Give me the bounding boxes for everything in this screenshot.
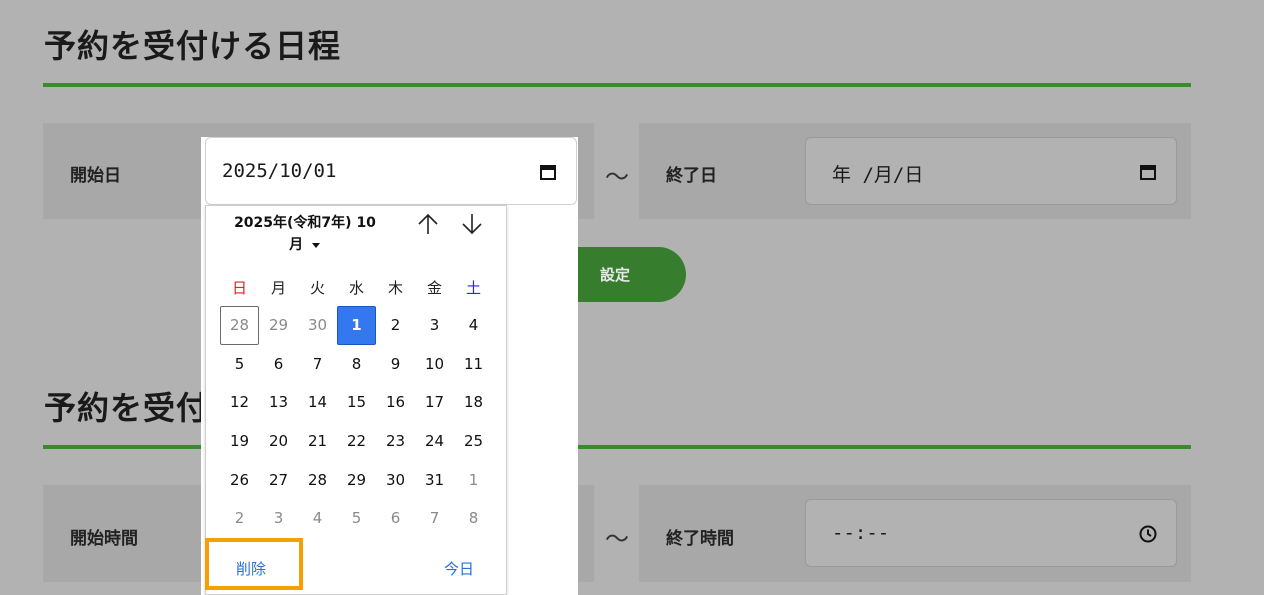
weekday-wed: 水: [348, 278, 364, 297]
calendar-icon[interactable]: [538, 162, 558, 182]
calendar-day-selected[interactable]: 1: [337, 306, 376, 345]
calendar-day[interactable]: 30: [298, 306, 337, 345]
calendar-day[interactable]: 23: [376, 422, 415, 461]
caret-down-icon: [311, 243, 320, 248]
calendar-day[interactable]: 31: [415, 460, 454, 499]
calendar-day[interactable]: 16: [376, 383, 415, 422]
month-year-label-line1: 2025年(令和7年) 10: [234, 215, 376, 231]
section-title-time: 予約を受付: [44, 389, 210, 427]
date-range-separator: 〜: [605, 163, 629, 191]
end-time-value: --:--: [832, 522, 890, 544]
calendar-week: 12 13 14 15 16 17 18: [220, 383, 493, 422]
calendar-day[interactable]: 3: [259, 499, 298, 538]
date-picker-popup: 2025年(令和7年) 10 月 日 月 火 水 木 金 土 28 29 30 …: [205, 205, 507, 595]
calendar-day[interactable]: 4: [454, 306, 493, 345]
end-time-input[interactable]: --:--: [805, 499, 1177, 567]
section-title-dates: 予約を受付ける日程: [44, 27, 342, 65]
weekday-tue: 火: [309, 278, 325, 297]
calendar-day[interactable]: 15: [337, 383, 376, 422]
section-divider: [43, 83, 1191, 87]
calendar-day[interactable]: 2: [376, 306, 415, 345]
month-year-selector[interactable]: 2025年(令和7年) 10 月: [220, 212, 390, 256]
calendar-day[interactable]: 24: [415, 422, 454, 461]
calendar-day[interactable]: 10: [415, 345, 454, 384]
calendar-day[interactable]: 20: [259, 422, 298, 461]
calendar-day[interactable]: 7: [298, 345, 337, 384]
end-date-input[interactable]: 年 /月/日: [805, 137, 1177, 205]
clock-icon[interactable]: [1138, 524, 1158, 544]
calendar-day[interactable]: 9: [376, 345, 415, 384]
calendar-week: 5 6 7 8 9 10 11: [220, 345, 493, 384]
start-date-input[interactable]: 2025/10/01: [205, 137, 577, 205]
calendar-day[interactable]: 6: [376, 499, 415, 538]
weekday-header: 日 月 火 水 木 金 土: [220, 268, 493, 306]
calendar-day[interactable]: 25: [454, 422, 493, 461]
calendar-grid: 日 月 火 水 木 金 土 28 29 30 1 2 3 4 5 6 7 8 9…: [220, 268, 493, 538]
calendar-day[interactable]: 11: [454, 345, 493, 384]
month-year-label-line2: 月: [289, 237, 304, 253]
weekday-sun: 日: [231, 278, 247, 297]
end-time-label: 終了時間: [666, 529, 734, 549]
calendar-day[interactable]: 30: [376, 460, 415, 499]
calendar-day[interactable]: 19: [220, 422, 259, 461]
calendar-day[interactable]: 12: [220, 383, 259, 422]
calendar-day[interactable]: 18: [454, 383, 493, 422]
time-range-separator: 〜: [605, 525, 629, 553]
weekday-fri: 金: [426, 278, 442, 297]
calendar-day[interactable]: 13: [259, 383, 298, 422]
calendar-day[interactable]: 8: [337, 345, 376, 384]
calendar-day[interactable]: 28: [298, 460, 337, 499]
weekday-thu: 木: [387, 278, 403, 297]
start-date-label: 開始日: [70, 166, 121, 186]
calendar-day[interactable]: 1: [454, 460, 493, 499]
end-date-value: 年 /月/日: [832, 164, 924, 186]
calendar-day[interactable]: 7: [415, 499, 454, 538]
calendar-day[interactable]: 8: [454, 499, 493, 538]
calendar-day[interactable]: 6: [259, 345, 298, 384]
calendar-day[interactable]: 22: [337, 422, 376, 461]
today-button[interactable]: 今日: [444, 558, 474, 579]
calendar-day[interactable]: 17: [415, 383, 454, 422]
calendar-week: 28 29 30 1 2 3 4: [220, 306, 493, 345]
calendar-icon[interactable]: [1138, 162, 1158, 182]
weekday-mon: 月: [270, 278, 286, 297]
calendar-day[interactable]: 3: [415, 306, 454, 345]
calendar-day-today[interactable]: 28: [220, 306, 259, 345]
calendar-week: 26 27 28 29 30 31 1: [220, 460, 493, 499]
calendar-day[interactable]: 5: [337, 499, 376, 538]
end-date-label: 終了日: [666, 166, 717, 186]
calendar-day[interactable]: 27: [259, 460, 298, 499]
calendar-week: 2 3 4 5 6 7 8: [220, 499, 493, 538]
calendar-day[interactable]: 4: [298, 499, 337, 538]
start-time-label: 開始時間: [70, 529, 138, 549]
calendar-day[interactable]: 21: [298, 422, 337, 461]
calendar-week: 19 20 21 22 23 24 25: [220, 422, 493, 461]
start-date-value: 2025/10/01: [222, 160, 337, 182]
calendar-day[interactable]: 2: [220, 499, 259, 538]
weekday-sat: 土: [465, 278, 481, 297]
calendar-day[interactable]: 29: [337, 460, 376, 499]
calendar-day[interactable]: 26: [220, 460, 259, 499]
calendar-day[interactable]: 14: [298, 383, 337, 422]
calendar-day[interactable]: 5: [220, 345, 259, 384]
clear-button-highlight: [205, 538, 303, 590]
calendar-day[interactable]: 29: [259, 306, 298, 345]
arrow-up-icon[interactable]: [414, 210, 442, 238]
arrow-down-icon[interactable]: [458, 210, 486, 238]
